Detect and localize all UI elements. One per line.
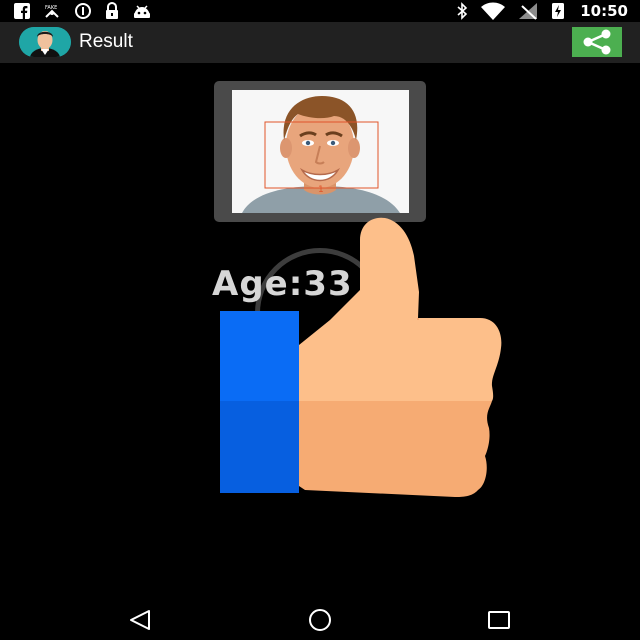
nav-back-button[interactable] bbox=[125, 608, 155, 632]
fake-gps-icon: FAKE bbox=[45, 5, 59, 18]
age-result: Age:33 bbox=[212, 264, 353, 304]
nav-home-button[interactable] bbox=[305, 608, 335, 632]
share-icon bbox=[583, 29, 611, 55]
lock-icon bbox=[106, 2, 118, 19]
wifi-icon bbox=[481, 2, 506, 20]
app-bar: Result bbox=[0, 22, 640, 63]
recents-icon bbox=[488, 611, 510, 629]
home-icon bbox=[309, 609, 331, 631]
nav-recents-button[interactable] bbox=[484, 608, 514, 632]
battery-charging-icon bbox=[552, 3, 565, 19]
svg-text:1: 1 bbox=[318, 185, 324, 195]
android-icon bbox=[134, 5, 150, 18]
app-avatar-icon[interactable] bbox=[19, 27, 71, 57]
status-time: 10:50 bbox=[580, 2, 628, 20]
signal-icon bbox=[519, 3, 538, 20]
face-photo: 1 bbox=[232, 90, 409, 213]
back-icon bbox=[130, 610, 150, 630]
nav-bar bbox=[0, 598, 640, 640]
status-bar-right: 10:50 bbox=[456, 2, 628, 20]
face-photo-frame: 1 bbox=[214, 81, 426, 222]
data-saver-icon bbox=[75, 3, 91, 19]
bluetooth-icon bbox=[457, 2, 468, 20]
facebook-icon bbox=[14, 3, 30, 19]
status-bar: FAKE 10:50 bbox=[0, 0, 640, 22]
status-bar-left: FAKE bbox=[14, 2, 152, 20]
svg-text:FAKE: FAKE bbox=[45, 5, 57, 11]
share-button[interactable] bbox=[572, 27, 622, 57]
page-title: Result bbox=[79, 31, 133, 52]
